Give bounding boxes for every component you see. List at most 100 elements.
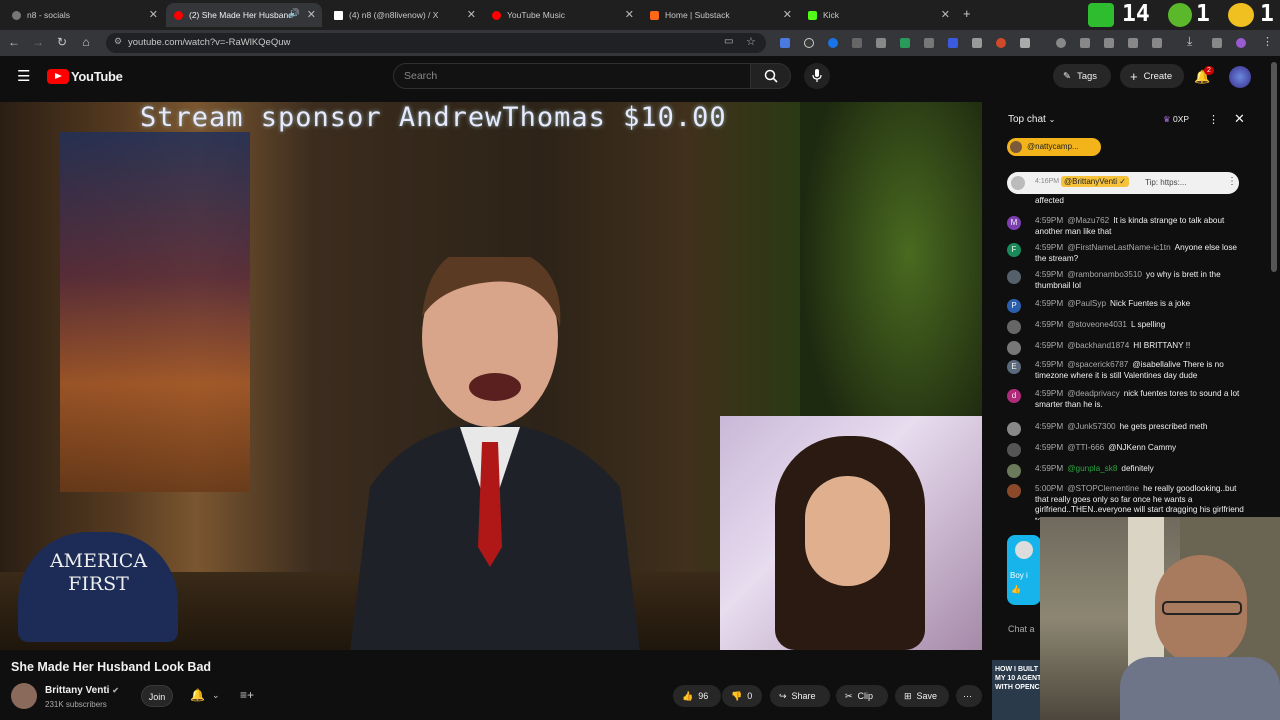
channel-avatar[interactable] (11, 683, 37, 709)
forward-icon[interactable]: → (30, 35, 46, 49)
cast-icon[interactable]: ▭ (724, 36, 733, 47)
plus-icon: + (1130, 68, 1138, 84)
add-to-queue-icon[interactable]: ≡+ (240, 688, 254, 702)
bookmark-star-icon[interactable]: ☆ (746, 35, 756, 48)
search-button[interactable] (751, 63, 791, 89)
close-icon[interactable]: ✕ (307, 8, 316, 21)
chat-username[interactable]: @STOPClementine (1067, 484, 1139, 493)
chat-message[interactable]: 4:59PM @backhand1874 HI BRITTANY !! (1007, 341, 1245, 355)
browser-tab[interactable]: (4) n8 (@n8livenow) / X ✕ (326, 3, 482, 27)
chat-message[interactable]: 4:59PM @Junk57300 he gets prescribed meth (1007, 422, 1245, 436)
chat-username[interactable]: @spacerick6787 (1067, 360, 1128, 369)
chevron-down-icon[interactable]: ⌄ (212, 690, 220, 701)
reload-icon[interactable]: ↻ (54, 35, 70, 49)
browser-tab[interactable]: n8 - socials ✕ (4, 3, 164, 27)
pinned-message[interactable]: 4:16PM @BrittanyVenti ✓ Tip: https:... ⋮ (1007, 172, 1239, 194)
account-avatar[interactable] (1229, 66, 1251, 88)
extension-icon[interactable] (804, 38, 814, 48)
devtools-icon[interactable] (1104, 38, 1114, 48)
hamburger-menu-icon[interactable]: ☰ (17, 67, 30, 85)
chat-message[interactable]: d 4:59PM @deadprivacy nick fuentes tores to… (1007, 389, 1245, 410)
back-icon[interactable]: ← (6, 35, 22, 49)
search-input[interactable]: Search (393, 63, 751, 89)
chat-message[interactable]: 4:59PM @TTI-666 @NJKenn Cammy (1007, 443, 1245, 457)
page-scrollbar[interactable] (1271, 62, 1277, 272)
browser-tab[interactable]: Kick ✕ (800, 3, 956, 27)
chat-username[interactable]: @backhand1874 (1067, 341, 1129, 350)
chat-message[interactable]: F 4:59PM @FirstNameLastName-ic1tn Anyone el… (1007, 243, 1245, 264)
extension-icon[interactable] (948, 38, 958, 48)
ticker-chip[interactable]: @nattycamp... (1007, 138, 1101, 156)
chat-avatar (1007, 422, 1021, 436)
like-button[interactable]: 👍 96 (673, 685, 721, 707)
chat-message[interactable]: E 4:59PM @spacerick6787 @isabellalive There… (1007, 360, 1245, 381)
extension-icon[interactable] (876, 38, 886, 48)
close-icon[interactable]: ✕ (625, 8, 634, 21)
browser-tab-active[interactable]: (2) She Made Her Husband 🔊 ✕ (166, 3, 322, 27)
close-icon[interactable]: ✕ (149, 8, 158, 21)
dislike-button[interactable]: 👎 0 (722, 685, 762, 707)
extension-icon[interactable] (996, 38, 1006, 48)
close-icon[interactable]: ✕ (783, 8, 792, 21)
chat-menu-icon[interactable]: ⋮ (1208, 113, 1219, 126)
extension-icon[interactable] (1080, 38, 1090, 48)
join-button[interactable]: Join (141, 685, 173, 707)
top-chat-dropdown[interactable]: Top chat ⌄ (1008, 114, 1055, 125)
chat-message[interactable]: P 4:59PM @PaulSyp Nick Fuentes is a joke (1007, 299, 1245, 313)
share-button[interactable]: ↪ Share (770, 685, 830, 707)
voice-search-button[interactable] (804, 63, 830, 89)
recommended-thumbnail[interactable]: HOW I BUILT MY 10 AGENT WITH OPENC (992, 660, 1041, 720)
speaker-icon[interactable]: 🔊 (289, 8, 300, 19)
chat-message[interactable]: 5:00PM @STOPClementine he really goodlooki… (1007, 484, 1245, 520)
chat-message[interactable]: M 4:59PM @Mazu762 It is kinda strange to ta… (1007, 216, 1245, 237)
chat-username[interactable]: @TTI-666 (1067, 443, 1104, 452)
chat-message[interactable]: 4:59PM @rambonambo3510 yo why is brett in … (1007, 270, 1245, 291)
extension-icon[interactable] (1152, 38, 1162, 48)
browser-tab[interactable]: Home | Substack ✕ (642, 3, 798, 27)
extension-icon[interactable] (828, 38, 838, 48)
channel-name[interactable]: Brittany Venti ✔ (45, 685, 119, 696)
chat-username[interactable]: @gunpla_sk8 (1067, 464, 1117, 473)
chat-username[interactable]: @stoveone4031 (1067, 320, 1127, 329)
extension-icon[interactable] (852, 38, 862, 48)
extension-icon[interactable] (1128, 38, 1138, 48)
site-info-icon[interactable]: ⚙ (114, 36, 122, 47)
profile-avatar[interactable] (1236, 38, 1246, 48)
youtube-logo[interactable]: YouTube (47, 69, 123, 84)
close-icon[interactable]: ✕ (941, 8, 950, 21)
extension-icon[interactable] (924, 38, 934, 48)
browser-tab[interactable]: YouTube Music ✕ (484, 3, 640, 27)
extension-icon[interactable] (1212, 38, 1222, 48)
close-icon[interactable]: ✕ (467, 8, 476, 21)
more-actions-button[interactable]: ⋯ (956, 685, 982, 707)
chat-username[interactable]: @rambonambo3510 (1067, 270, 1142, 279)
close-chat-icon[interactable]: ✕ (1234, 111, 1245, 127)
clip-button[interactable]: ✂ Clip (836, 685, 888, 707)
address-bar[interactable]: ⚙ youtube.com/watch?v=-RaWlKQeQuw ▭ ☆ (106, 33, 766, 53)
download-icon[interactable]: ⤓ (1187, 34, 1192, 49)
chat-message[interactable]: 4:59PM @stoveone4031 L spelling (1007, 320, 1245, 334)
extensions-puzzle-icon[interactable] (1020, 38, 1030, 48)
home-icon[interactable]: ⌂ (78, 35, 94, 49)
chat-username[interactable]: @Junk57300 (1067, 422, 1115, 431)
chat-input[interactable]: Chat a (1008, 624, 1035, 634)
browser-menu-icon[interactable]: ⋮ (1262, 35, 1273, 48)
chat-username[interactable]: @deadprivacy (1067, 389, 1119, 398)
chat-username[interactable]: @PaulSyp (1067, 299, 1106, 308)
chat-username[interactable]: @FirstNameLastName-ic1tn (1067, 243, 1170, 252)
save-button[interactable]: ⊞ Save (895, 685, 949, 707)
history-icon[interactable] (1056, 38, 1066, 48)
extension-icon[interactable] (780, 38, 790, 48)
xp-badge[interactable]: ♛ 0XP (1163, 114, 1189, 125)
subscribe-bell-icon[interactable]: 🔔 (190, 688, 205, 702)
tags-button[interactable]: ✎ Tags (1053, 64, 1111, 88)
super-chat-card[interactable]: Boy i 👍 (1007, 535, 1041, 605)
new-tab-button[interactable]: + (963, 6, 971, 21)
create-button[interactable]: + Create (1120, 64, 1184, 88)
extension-icon[interactable] (972, 38, 982, 48)
chat-message[interactable]: 4:59PM @gunpla_sk8 definitely (1007, 464, 1245, 478)
video-player[interactable]: AMERICA FIRST Stream sponsor AndrewThoma… (0, 102, 982, 650)
pinned-more-icon[interactable]: ⋮ (1227, 176, 1237, 187)
chat-username[interactable]: @Mazu762 (1067, 216, 1109, 225)
extension-icon[interactable] (900, 38, 910, 48)
